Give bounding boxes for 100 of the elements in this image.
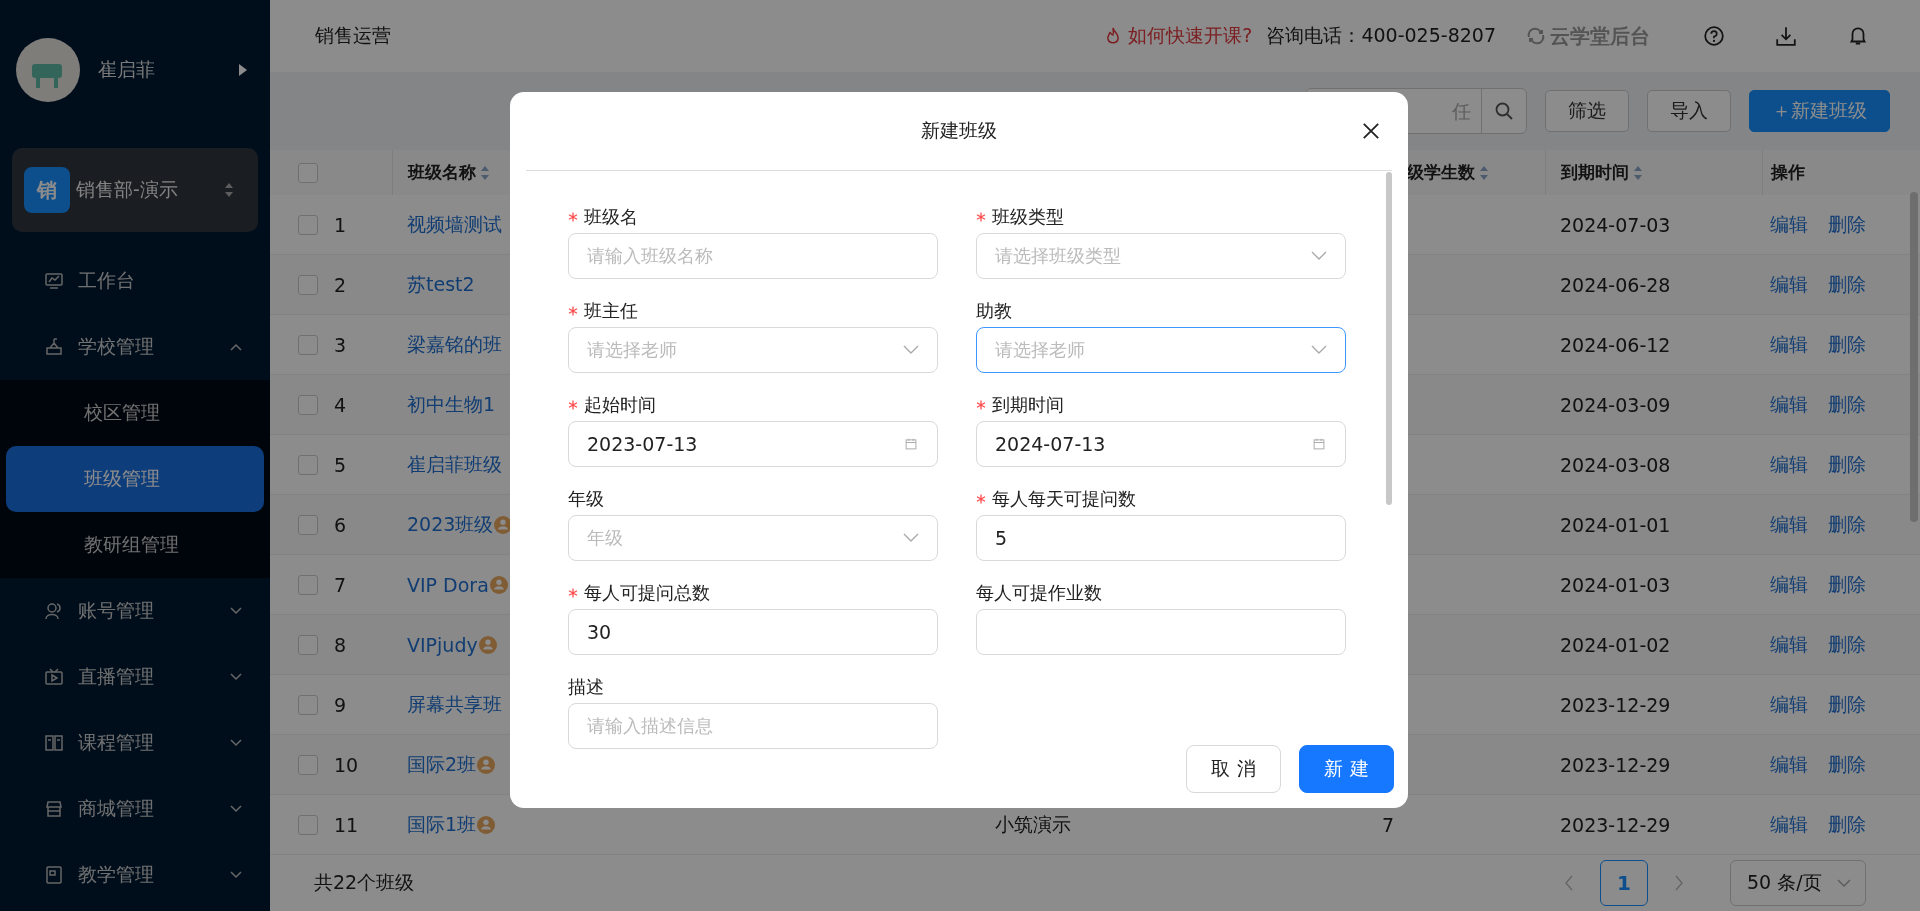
- row-action-link[interactable]: 删除: [1828, 391, 1866, 418]
- row-action-link[interactable]: 编辑: [1770, 631, 1808, 658]
- org-switcher[interactable]: 销 销售部-演示: [12, 148, 258, 232]
- download-icon[interactable]: [1775, 25, 1797, 47]
- input-field[interactable]: 30: [568, 609, 938, 655]
- menu-item[interactable]: 学校管理: [0, 314, 270, 380]
- avatar-icon[interactable]: [16, 38, 80, 102]
- row-number: 4: [334, 393, 347, 416]
- backend-link[interactable]: 云学堂后台: [1550, 22, 1650, 50]
- row-action-link[interactable]: 删除: [1828, 631, 1866, 658]
- menu-item[interactable]: 教学管理: [0, 842, 270, 908]
- row-checkbox[interactable]: [298, 694, 318, 715]
- menu-item[interactable]: 账号管理: [0, 578, 270, 644]
- toolbar-button[interactable]: ＋新建班级: [1749, 90, 1890, 132]
- caret-icon[interactable]: [238, 63, 248, 77]
- input-field[interactable]: 年级: [568, 515, 938, 561]
- input-field[interactable]: [976, 609, 1346, 655]
- row-checkbox[interactable]: [298, 454, 318, 475]
- row-checkbox[interactable]: [298, 274, 318, 295]
- page-button[interactable]: 1: [1600, 860, 1648, 906]
- class-name-link[interactable]: 国际2班: [407, 751, 477, 778]
- submenu-item[interactable]: 班级管理: [6, 446, 264, 512]
- class-name-link[interactable]: 2023班级: [407, 511, 494, 538]
- page-size-select[interactable]: 50 条/页: [1730, 860, 1866, 906]
- input-field[interactable]: 2024-07-13: [976, 421, 1346, 467]
- help-icon[interactable]: [1703, 25, 1725, 47]
- search-icon[interactable]: [1494, 101, 1514, 121]
- row-checkbox[interactable]: [298, 814, 318, 835]
- row-action-link[interactable]: 删除: [1828, 271, 1866, 298]
- toolbar-button[interactable]: 导入: [1647, 90, 1731, 132]
- row-checkbox[interactable]: [298, 754, 318, 775]
- class-name-link[interactable]: 梁嘉铭的班: [407, 331, 502, 358]
- row-checkbox[interactable]: [298, 394, 318, 415]
- row-action-link[interactable]: 删除: [1828, 691, 1866, 718]
- sort-icon[interactable]: [1479, 164, 1489, 181]
- chevron-icon[interactable]: [1837, 879, 1851, 887]
- row-action-link[interactable]: 删除: [1828, 331, 1866, 358]
- help-link[interactable]: 如何快速开课?: [1128, 23, 1253, 49]
- user-name[interactable]: 崔启菲: [98, 57, 238, 83]
- submenu-item[interactable]: 教研组管理: [6, 512, 264, 578]
- row-action-link[interactable]: 删除: [1828, 811, 1866, 838]
- scrollbar[interactable]: [1910, 192, 1918, 522]
- class-name-link[interactable]: 视频墙测试: [407, 211, 502, 238]
- row-action-link[interactable]: 删除: [1828, 571, 1866, 598]
- row-action-link[interactable]: 编辑: [1770, 751, 1808, 778]
- menu-item[interactable]: 直播管理: [0, 644, 270, 710]
- menu-item[interactable]: 课程管理: [0, 710, 270, 776]
- scrollbar[interactable]: [1386, 172, 1392, 505]
- class-name-link[interactable]: VIPjudy: [407, 633, 478, 656]
- row-action-link[interactable]: 编辑: [1770, 211, 1808, 238]
- row-checkbox[interactable]: [298, 214, 318, 235]
- row-action-link[interactable]: 编辑: [1770, 811, 1808, 838]
- row-action-link[interactable]: 编辑: [1770, 451, 1808, 478]
- bell-icon[interactable]: [1847, 25, 1869, 47]
- row-action-link[interactable]: 编辑: [1770, 331, 1808, 358]
- dialog-button[interactable]: 新 建: [1299, 745, 1394, 793]
- input-field[interactable]: 请选择老师: [976, 327, 1346, 373]
- close-icon[interactable]: [1362, 122, 1380, 140]
- select-all-checkbox[interactable]: [298, 162, 318, 183]
- menu-item[interactable]: 商城管理: [0, 776, 270, 842]
- row-action-link[interactable]: 删除: [1828, 451, 1866, 478]
- row-action-link[interactable]: 编辑: [1770, 271, 1808, 298]
- input-field[interactable]: 请选择班级类型: [976, 233, 1346, 279]
- row-number: 11: [334, 813, 359, 836]
- row-action-link[interactable]: 编辑: [1770, 691, 1808, 718]
- row-checkbox[interactable]: [298, 634, 318, 655]
- previous-page-icon[interactable]: [1564, 875, 1574, 891]
- row-checkbox[interactable]: [298, 574, 318, 595]
- input-field[interactable]: 请输入班级名称: [568, 233, 938, 279]
- field-label: 班级名: [584, 205, 638, 229]
- row-action-link[interactable]: 编辑: [1770, 511, 1808, 538]
- submenu-item[interactable]: 校区管理: [6, 380, 264, 446]
- row-action-link[interactable]: 编辑: [1770, 391, 1808, 418]
- row-action-link[interactable]: 编辑: [1770, 571, 1808, 598]
- row-action-link[interactable]: 删除: [1828, 211, 1866, 238]
- class-name-link[interactable]: 初中生物1: [407, 391, 496, 418]
- class-name-link[interactable]: 苏test2: [407, 271, 475, 298]
- class-name-link[interactable]: 国际1班: [407, 811, 477, 838]
- expiry-date: 2024-01-03: [1560, 573, 1671, 596]
- class-name-link[interactable]: VIP Dora: [407, 573, 489, 596]
- menu-item[interactable]: 工作台: [0, 248, 270, 314]
- sort-icon[interactable]: [480, 164, 490, 181]
- next-page-icon[interactable]: [1674, 875, 1684, 891]
- input-field[interactable]: 5: [976, 515, 1346, 561]
- sort-icon[interactable]: [1633, 164, 1643, 181]
- row-checkbox[interactable]: [298, 514, 318, 535]
- toolbar-button[interactable]: 筛选: [1545, 90, 1629, 132]
- calendar-icon: [903, 438, 919, 450]
- row-checkbox[interactable]: [298, 334, 318, 355]
- row-action-link[interactable]: 删除: [1828, 511, 1866, 538]
- column-header[interactable]: 级学生数: [1370, 150, 1545, 195]
- input-field[interactable]: 请输入描述信息: [568, 703, 938, 749]
- class-name-link[interactable]: 屏幕共享班: [407, 691, 502, 718]
- dialog-button[interactable]: 取 消: [1186, 745, 1281, 793]
- input-field[interactable]: 请选择老师: [568, 327, 938, 373]
- class-name-link[interactable]: 崔启菲班级: [407, 451, 502, 478]
- row-action-link[interactable]: 删除: [1828, 751, 1866, 778]
- org-badge: 销: [24, 167, 70, 213]
- input-field[interactable]: 2023-07-13: [568, 421, 938, 467]
- column-header[interactable]: 到期时间: [1545, 150, 1762, 195]
